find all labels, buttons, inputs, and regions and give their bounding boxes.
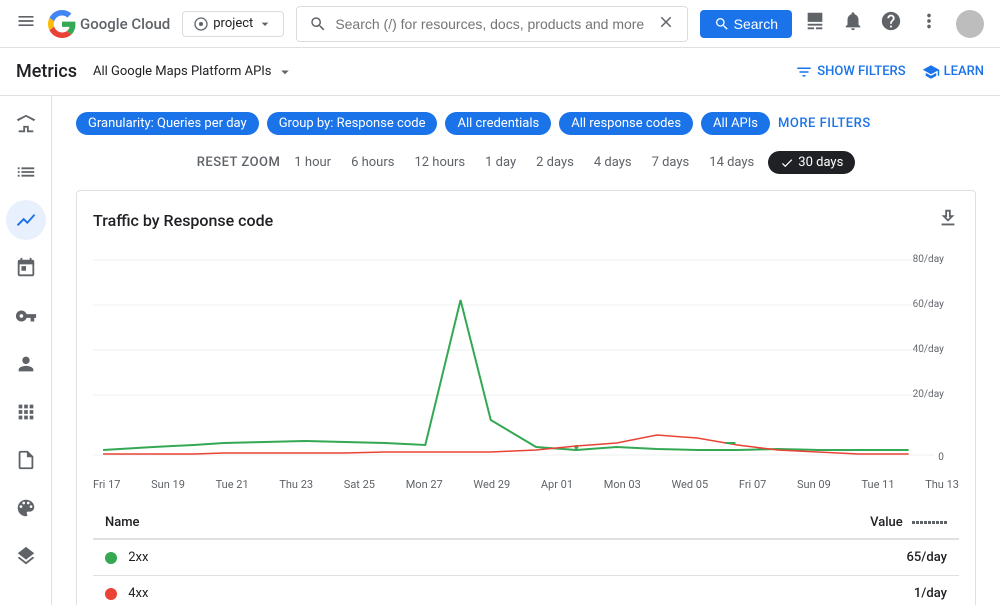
x-label-tue11: Tue 11 — [861, 478, 894, 491]
more-icon[interactable] — [918, 10, 940, 37]
search-clear-icon[interactable] — [657, 13, 675, 35]
sidebar-item-apps[interactable] — [6, 392, 46, 432]
legend-table: Name Value — [93, 507, 959, 605]
chip-granularity-label: Granularity: Queries per day — [88, 116, 247, 131]
time-range-bar: RESET ZOOM 1 hour 6 hours 12 hours 1 day… — [76, 151, 976, 174]
time-4days[interactable]: 4 days — [588, 151, 638, 174]
svg-text:80/day: 80/day — [913, 254, 945, 265]
nav-icons — [804, 10, 984, 38]
search-button[interactable]: Search — [700, 10, 792, 38]
download-button[interactable] — [937, 207, 959, 234]
x-label-thu23: Thu 23 — [279, 478, 313, 491]
main-layout: Granularity: Queries per day Group by: R… — [0, 96, 1000, 605]
help-icon[interactable] — [880, 10, 902, 37]
x-label-tue21: Tue 21 — [216, 478, 249, 491]
time-1day[interactable]: 1 day — [479, 151, 522, 174]
bell-icon[interactable] — [842, 10, 864, 37]
search-input[interactable] — [335, 16, 648, 32]
time-1hour[interactable]: 1 hour — [288, 151, 337, 174]
x-label-apr01: Apr 01 — [541, 478, 573, 491]
terminal-icon[interactable] — [804, 10, 826, 37]
more-filters-button[interactable]: MORE FILTERS — [778, 116, 871, 131]
sidebar — [0, 96, 52, 605]
svg-text:60/day: 60/day — [913, 299, 945, 310]
api-selector-label: All Google Maps Platform APIs — [93, 64, 272, 79]
content-area: Granularity: Queries per day Group by: R… — [52, 96, 1000, 605]
svg-text:40/day: 40/day — [913, 344, 945, 355]
api-selector[interactable]: All Google Maps Platform APIs — [93, 63, 294, 81]
chip-credentials[interactable]: All credentials — [445, 112, 551, 135]
chip-apis-label: All APIs — [713, 116, 758, 131]
sidebar-item-key[interactable] — [6, 296, 46, 336]
chip-apis[interactable]: All APIs — [701, 112, 770, 135]
sub-header-actions: SHOW FILTERS LEARN — [795, 63, 984, 81]
chart-title: Traffic by Response code — [93, 211, 273, 230]
sidebar-item-list[interactable] — [6, 152, 46, 192]
grid-view-icon[interactable] — [912, 521, 947, 524]
time-14days[interactable]: 14 days — [703, 151, 760, 174]
chip-credentials-label: All credentials — [457, 116, 539, 131]
project-label: project — [213, 16, 253, 31]
search-button-label: Search — [734, 16, 778, 32]
legend-dot-4xx — [105, 588, 117, 600]
x-label-fri17: Fri 17 — [93, 478, 120, 491]
x-label-wed05: Wed 05 — [671, 478, 708, 491]
table-row: 2xx 65/day — [93, 539, 959, 576]
time-30days[interactable]: 30 days — [768, 151, 855, 174]
x-label-sun09: Sun 09 — [797, 478, 831, 491]
avatar[interactable] — [956, 10, 984, 38]
x-label-sat25: Sat 25 — [344, 478, 375, 491]
x-label-mon27: Mon 27 — [406, 478, 443, 491]
google-cloud-logo[interactable]: Google Cloud — [48, 10, 170, 38]
sidebar-item-user[interactable] — [6, 344, 46, 384]
table-row: 4xx 1/day — [93, 576, 959, 605]
legend-row-4xx-name: 4xx — [93, 576, 440, 605]
x-label-fri07: Fri 07 — [739, 478, 766, 491]
logo-text: Google Cloud — [80, 15, 170, 33]
x-label-sun19: Sun 19 — [151, 478, 185, 491]
x-label-mon03: Mon 03 — [604, 478, 641, 491]
chip-response-codes-label: All response codes — [571, 116, 681, 131]
chart-area: 80/day 60/day 40/day 20/day 0 — [93, 250, 959, 470]
sub-header: Metrics All Google Maps Platform APIs SH… — [0, 48, 1000, 96]
chip-group-by-label: Group by: Response code — [279, 116, 426, 131]
legend-value-header: Value — [440, 507, 959, 539]
svg-text:0: 0 — [938, 452, 944, 463]
legend-row-2xx-name: 2xx — [93, 539, 440, 576]
learn-label: LEARN — [944, 64, 984, 79]
chart-container: Traffic by Response code 80/day 60/day 4… — [76, 190, 976, 605]
reset-zoom-button[interactable]: RESET ZOOM — [197, 155, 281, 170]
legend-name-header: Name — [93, 507, 440, 539]
x-axis-labels: Fri 17 Sun 19 Tue 21 Thu 23 Sat 25 Mon 2… — [93, 478, 959, 491]
time-7days[interactable]: 7 days — [646, 151, 696, 174]
time-12hours[interactable]: 12 hours — [408, 151, 471, 174]
time-2days[interactable]: 2 days — [530, 151, 580, 174]
legend-row-4xx-value: 1/day — [440, 576, 959, 605]
learn-button[interactable]: LEARN — [922, 63, 984, 81]
x-label-thu13: Thu 13 — [925, 478, 959, 491]
chip-group-by[interactable]: Group by: Response code — [267, 112, 438, 135]
svg-text:20/day: 20/day — [913, 389, 945, 400]
page-title: Metrics — [16, 61, 77, 82]
sidebar-item-layers[interactable] — [6, 536, 46, 576]
sidebar-item-calendar[interactable] — [6, 248, 46, 288]
show-filters-button[interactable]: SHOW FILTERS — [795, 63, 905, 81]
sidebar-item-metrics[interactable] — [6, 200, 46, 240]
filter-chips: Granularity: Queries per day Group by: R… — [76, 112, 976, 135]
top-nav: Google Cloud project Search — [0, 0, 1000, 48]
time-6hours[interactable]: 6 hours — [345, 151, 400, 174]
hamburger-icon[interactable] — [16, 11, 36, 36]
legend-dot-2xx — [105, 552, 117, 564]
search-bar — [296, 6, 687, 42]
chip-granularity[interactable]: Granularity: Queries per day — [76, 112, 259, 135]
show-filters-label: SHOW FILTERS — [817, 64, 905, 79]
x-label-wed29: Wed 29 — [473, 478, 510, 491]
sidebar-item-palette[interactable] — [6, 488, 46, 528]
chip-response-codes[interactable]: All response codes — [559, 112, 693, 135]
sidebar-item-docs[interactable] — [6, 440, 46, 480]
project-selector[interactable]: project — [182, 11, 284, 37]
legend-row-2xx-value: 65/day — [440, 539, 959, 576]
chart-header: Traffic by Response code — [93, 207, 959, 234]
sidebar-item-home[interactable] — [6, 104, 46, 144]
